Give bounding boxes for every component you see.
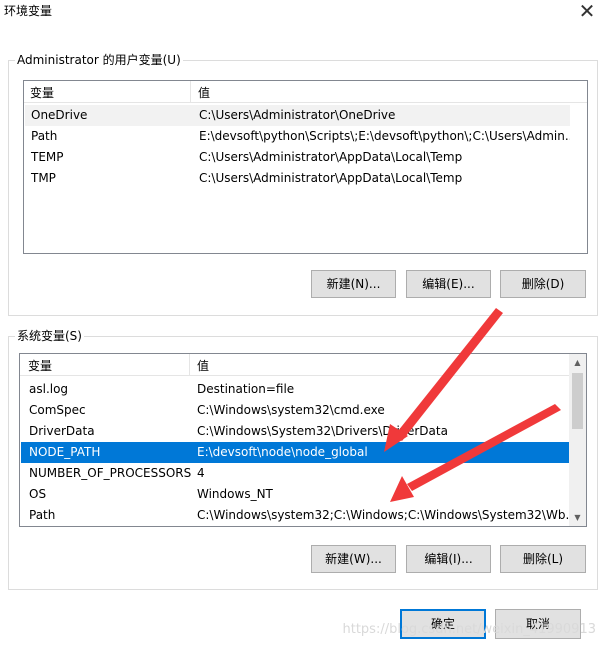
variable-value: Destination=file bbox=[197, 382, 295, 396]
list-item[interactable]: TMP C:\Users\Administrator\AppData\Local… bbox=[25, 168, 570, 189]
user-variables-label: Administrator 的用户变量(U) bbox=[15, 52, 183, 68]
variable-value: Windows_NT bbox=[197, 487, 273, 501]
column-header-name[interactable]: 变量 bbox=[30, 84, 54, 101]
system-variables-label: 系统变量(S) bbox=[15, 328, 84, 344]
list-item[interactable]: Path E:\devsoft\python\Scripts\;E:\devso… bbox=[25, 126, 570, 147]
variable-value: C:\Users\Administrator\AppData\Local\Tem… bbox=[199, 150, 463, 164]
system-edit-button[interactable]: 编辑(I)... bbox=[406, 545, 491, 573]
user-new-button[interactable]: 新建(N)... bbox=[311, 270, 396, 298]
scroll-down-icon[interactable]: ▼ bbox=[569, 509, 586, 526]
column-header-value[interactable]: 值 bbox=[198, 84, 210, 101]
user-variables-list[interactable]: 变量 值 OneDrive C:\Users\Administrator\One… bbox=[23, 80, 588, 254]
list-item[interactable]: NUMBER_OF_PROCESSORS 4 bbox=[21, 463, 570, 484]
variable-value: C:\Windows\System32\Drivers\DriverData bbox=[197, 424, 448, 438]
list-item[interactable]: TEMP C:\Users\Administrator\AppData\Loca… bbox=[25, 147, 570, 168]
user-list-header: 变量 值 bbox=[24, 81, 587, 103]
variable-name: OS bbox=[29, 487, 47, 501]
user-delete-button[interactable]: 删除(D) bbox=[500, 270, 586, 298]
variable-value: C:\Windows\system32\cmd.exe bbox=[197, 403, 385, 417]
window-title: 环境变量 bbox=[4, 4, 53, 18]
list-item[interactable]: asl.log Destination=file bbox=[21, 379, 570, 400]
variable-name: NODE_PATH bbox=[29, 445, 101, 459]
variable-name: ComSpec bbox=[29, 403, 86, 417]
close-icon[interactable]: ✕ bbox=[576, 1, 598, 23]
variable-name: NUMBER_OF_PROCESSORS bbox=[29, 466, 192, 480]
column-divider[interactable] bbox=[189, 354, 190, 376]
system-variables-list[interactable]: 变量 值 asl.log Destination=file ComSpec C:… bbox=[19, 353, 587, 527]
list-item[interactable]: ComSpec C:\Windows\system32\cmd.exe bbox=[21, 400, 570, 421]
variable-name: TMP bbox=[31, 171, 56, 185]
column-header-value[interactable]: 值 bbox=[197, 357, 209, 374]
variable-name: DriverData bbox=[29, 424, 95, 438]
column-header-name[interactable]: 变量 bbox=[28, 357, 52, 374]
variable-name: OneDrive bbox=[31, 108, 88, 122]
scrollbar-thumb[interactable] bbox=[572, 373, 583, 429]
list-item-selected[interactable]: NODE_PATH E:\devsoft\node\node_global bbox=[21, 442, 570, 463]
system-new-button[interactable]: 新建(W)... bbox=[311, 545, 396, 573]
variable-value: C:\Users\Administrator\AppData\Local\Tem… bbox=[199, 171, 463, 185]
list-item[interactable]: DriverData C:\Windows\System32\Drivers\D… bbox=[21, 421, 570, 442]
vertical-scrollbar[interactable]: ▲ ▼ bbox=[569, 354, 586, 526]
watermark: https://blog.csdn.net/weixin_41990913 bbox=[342, 622, 596, 637]
variable-value: C:\Windows\system32;C:\Windows;C:\Window… bbox=[197, 508, 570, 522]
list-item[interactable]: OS Windows_NT bbox=[21, 484, 570, 505]
variable-value: 4 bbox=[197, 466, 205, 480]
variable-value: C:\Users\Administrator\OneDrive bbox=[199, 108, 396, 122]
scroll-up-icon[interactable]: ▲ bbox=[569, 354, 586, 371]
variable-name: TEMP bbox=[31, 150, 64, 164]
column-divider[interactable] bbox=[190, 81, 191, 103]
variable-value: E:\devsoft\python\Scripts\;E:\devsoft\py… bbox=[199, 129, 570, 143]
variable-name: Path bbox=[29, 508, 56, 522]
variable-name: asl.log bbox=[29, 382, 69, 396]
system-list-header: 变量 值 bbox=[20, 354, 569, 376]
list-item[interactable]: Path C:\Windows\system32;C:\Windows;C:\W… bbox=[21, 505, 570, 526]
user-edit-button[interactable]: 编辑(E)... bbox=[406, 270, 491, 298]
list-item[interactable]: OneDrive C:\Users\Administrator\OneDrive bbox=[25, 105, 570, 126]
variable-value: E:\devsoft\node\node_global bbox=[197, 445, 368, 459]
variable-name: Path bbox=[31, 129, 58, 143]
system-delete-button[interactable]: 删除(L) bbox=[500, 545, 586, 573]
